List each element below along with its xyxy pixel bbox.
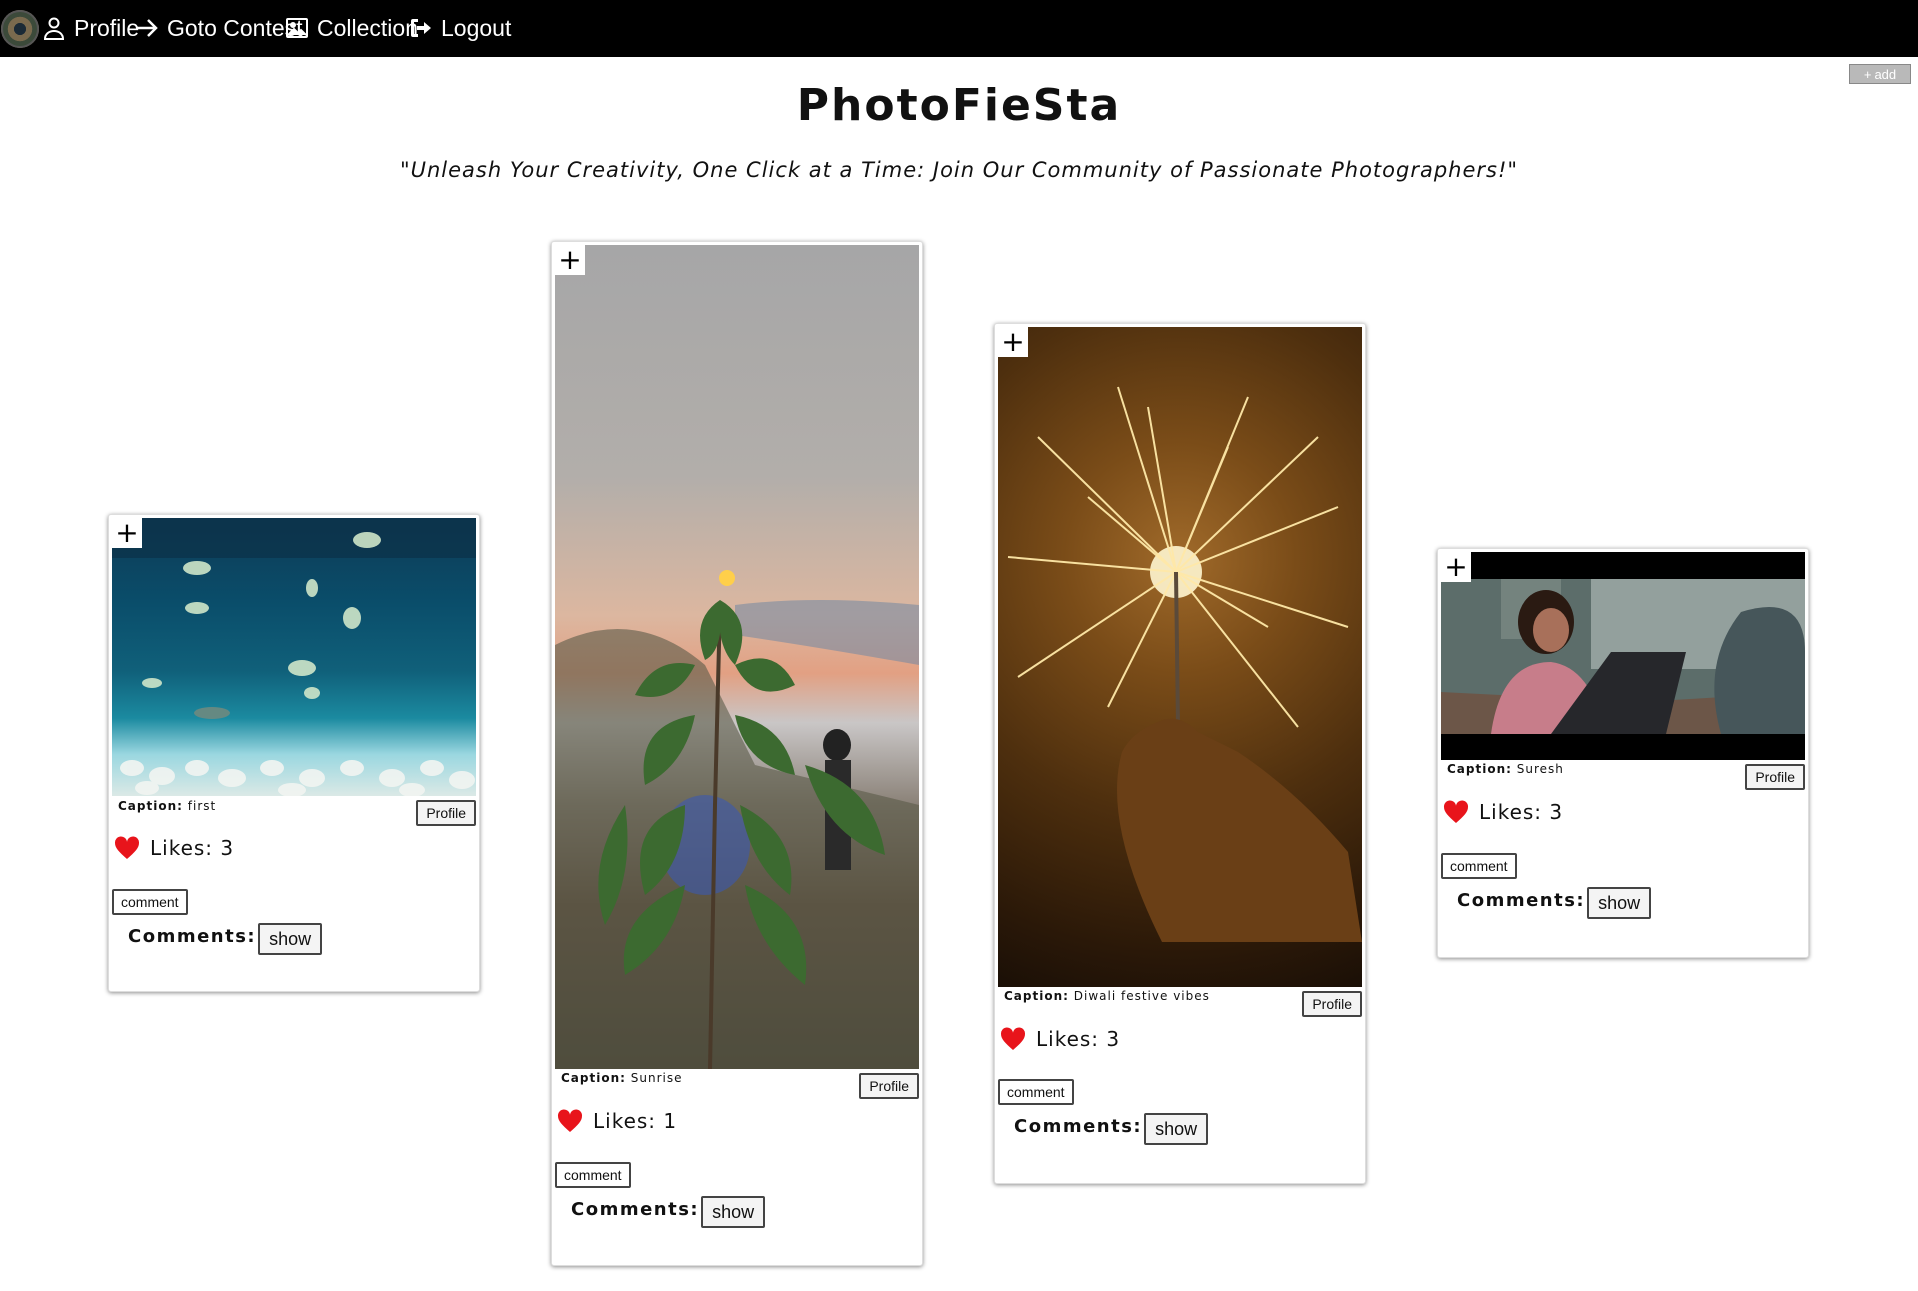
show-comments-button[interactable]: show bbox=[701, 1196, 766, 1228]
caption: Caption: Diwali festive vibes bbox=[1004, 989, 1210, 1003]
comment-button[interactable]: comment bbox=[555, 1162, 631, 1188]
post-photo bbox=[555, 245, 919, 1069]
likes-count: 3 bbox=[1106, 1027, 1121, 1051]
caption-label: Caption: bbox=[1447, 762, 1512, 776]
likes: Likes: 1 bbox=[557, 1109, 677, 1133]
heart-icon[interactable] bbox=[1000, 1027, 1026, 1051]
comments-label: Comments: bbox=[571, 1198, 700, 1220]
post-card-2: + Caption: Sunrise Profile Likes: 1 comm… bbox=[551, 241, 923, 1266]
profile-button[interactable]: Profile bbox=[1302, 991, 1362, 1017]
arrow-right-icon bbox=[137, 19, 158, 37]
likes-label: Likes: bbox=[1479, 800, 1543, 824]
caption-text: Sunrise bbox=[630, 1071, 683, 1085]
heart-icon[interactable] bbox=[557, 1109, 583, 1133]
nav-collection[interactable]: Collection bbox=[285, 11, 418, 45]
nav-profile[interactable]: Profile bbox=[42, 11, 139, 45]
navbar: Profile Goto Contest Collection Logout bbox=[0, 0, 1918, 57]
profile-button[interactable]: Profile bbox=[1745, 764, 1805, 790]
caption-text: Diwali festive vibes bbox=[1073, 989, 1210, 1003]
sparkler-photo bbox=[1007, 386, 1362, 942]
post-photo bbox=[998, 327, 1362, 987]
page-tagline: "Unleash Your Creativity, One Click at a… bbox=[399, 158, 1519, 182]
sunrise-photo bbox=[555, 570, 919, 1069]
profile-button[interactable]: Profile bbox=[859, 1073, 919, 1099]
likes: Likes: 3 bbox=[1443, 800, 1563, 824]
post-card-3: + Caption: Diwali festive vibes Profile … bbox=[994, 323, 1366, 1184]
likes-label: Likes: bbox=[1036, 1027, 1100, 1051]
likes-count: 3 bbox=[220, 836, 235, 860]
comment-button[interactable]: comment bbox=[1441, 853, 1517, 879]
aquarium-photo bbox=[112, 518, 476, 796]
heart-icon[interactable] bbox=[114, 836, 140, 860]
caption-label: Caption: bbox=[561, 1071, 626, 1085]
caption-text: Suresh bbox=[1516, 762, 1564, 776]
post-photo bbox=[112, 518, 476, 796]
show-comments-button[interactable]: show bbox=[1587, 887, 1652, 919]
caption-text: first bbox=[187, 799, 217, 813]
nav-goto-contest[interactable]: Goto Contest bbox=[135, 11, 303, 45]
comments-row: Comments: show bbox=[571, 1190, 766, 1228]
post-card-1: + Caption: first Profile Likes: 3 commen… bbox=[108, 514, 480, 992]
heart-icon[interactable] bbox=[1443, 800, 1469, 824]
comment-button[interactable]: comment bbox=[998, 1079, 1074, 1105]
logout-icon bbox=[411, 19, 431, 37]
likes-label: Likes: bbox=[150, 836, 214, 860]
add-to-collection-button[interactable]: + bbox=[555, 245, 585, 275]
nav-profile-label: Profile bbox=[74, 14, 140, 41]
add-to-collection-button[interactable]: + bbox=[1441, 552, 1471, 582]
likes-count: 3 bbox=[1549, 800, 1564, 824]
caption-label: Caption: bbox=[1004, 989, 1069, 1003]
likes: Likes: 3 bbox=[1000, 1027, 1120, 1051]
likes: Likes: 3 bbox=[114, 836, 234, 860]
comments-label: Comments: bbox=[1457, 889, 1586, 911]
post-photo bbox=[1441, 552, 1805, 760]
add-to-collection-button[interactable]: + bbox=[112, 518, 142, 548]
comments-label: Comments: bbox=[128, 925, 257, 947]
comments-row: Comments: show bbox=[1014, 1107, 1209, 1145]
nav-goto-contest-label: Goto Contest bbox=[167, 14, 303, 41]
image-icon bbox=[286, 18, 308, 38]
logo[interactable] bbox=[1, 10, 39, 48]
woman-laptop-photo bbox=[1441, 579, 1805, 734]
show-comments-button[interactable]: show bbox=[1144, 1113, 1209, 1145]
comments-row: Comments: show bbox=[1457, 881, 1652, 919]
caption: Caption: Sunrise bbox=[561, 1071, 683, 1085]
post-card-4: + Caption: Suresh Profile Likes: 3 comme… bbox=[1437, 548, 1809, 958]
comments-label: Comments: bbox=[1014, 1115, 1143, 1137]
show-comments-button[interactable]: show bbox=[258, 923, 323, 955]
nav-logout-label: Logout bbox=[441, 14, 512, 41]
nav-logout[interactable]: Logout bbox=[409, 11, 511, 45]
add-to-collection-button[interactable]: + bbox=[998, 327, 1028, 357]
user-icon bbox=[43, 17, 65, 40]
page-title: PhotoFieSta bbox=[796, 80, 1122, 131]
caption-label: Caption: bbox=[118, 799, 183, 813]
nav-collection-label: Collection bbox=[317, 14, 418, 41]
caption: Caption: first bbox=[118, 799, 216, 813]
comments-row: Comments: show bbox=[128, 917, 323, 955]
comment-button[interactable]: comment bbox=[112, 889, 188, 915]
profile-button[interactable]: Profile bbox=[416, 800, 476, 826]
caption: Caption: Suresh bbox=[1447, 762, 1564, 776]
likes-count: 1 bbox=[663, 1109, 678, 1133]
likes-label: Likes: bbox=[593, 1109, 657, 1133]
